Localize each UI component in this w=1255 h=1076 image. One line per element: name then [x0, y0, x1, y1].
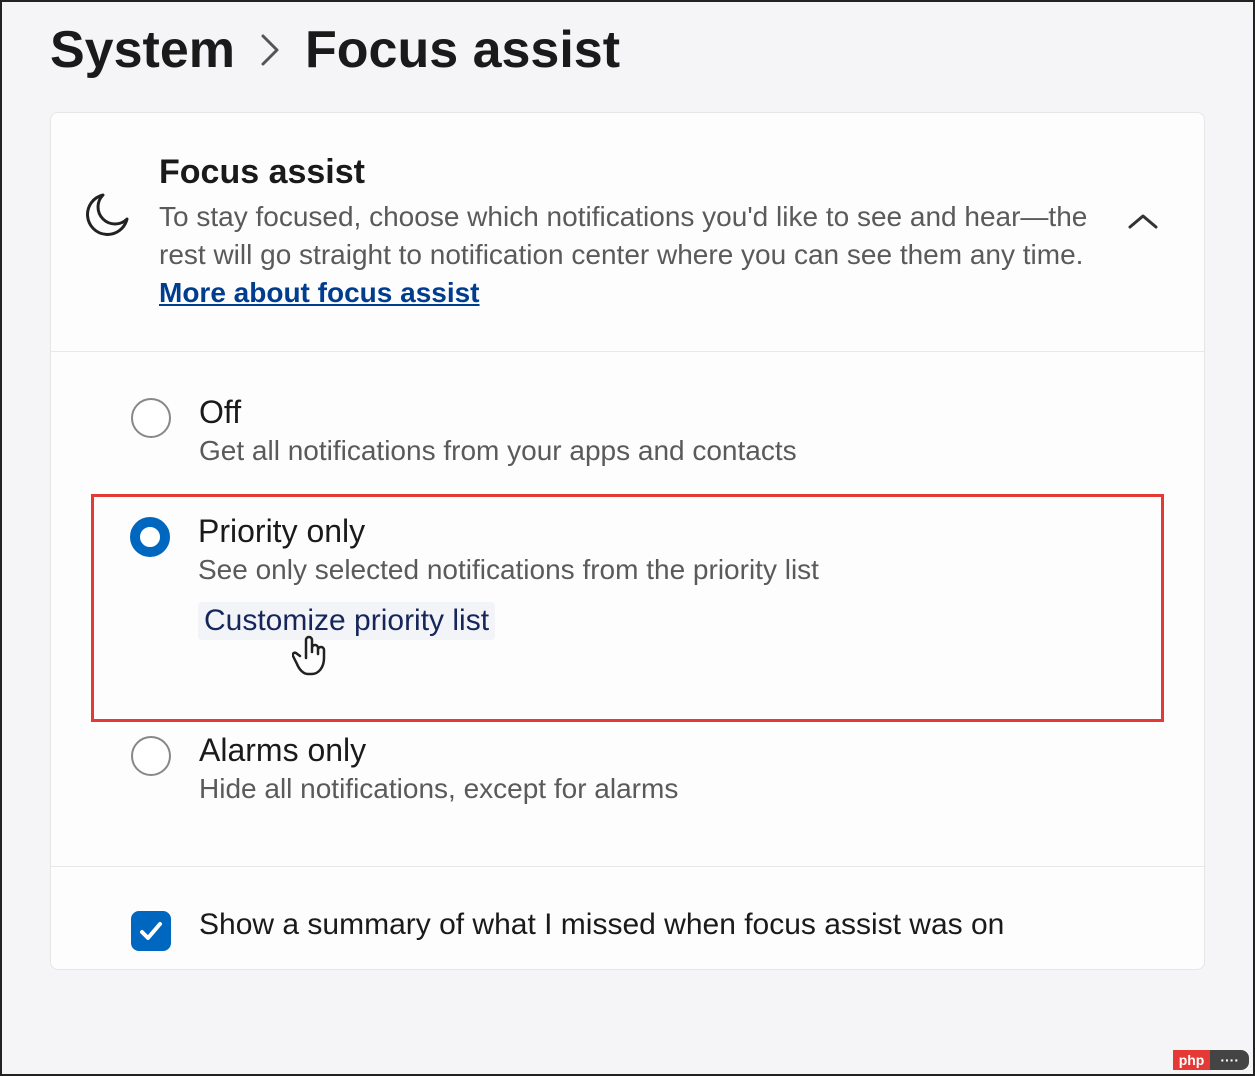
focus-assist-panel: Focus assist To stay focused, choose whi… [50, 112, 1205, 970]
watermark-a: php [1173, 1050, 1211, 1070]
cursor-hand-icon [292, 634, 1205, 685]
radio-icon[interactable] [131, 736, 171, 776]
radio-option-alarms[interactable]: Alarms only Hide all notifications, exce… [95, 722, 1160, 831]
chevron-right-icon [259, 25, 281, 76]
watermark: php ···· [1173, 1050, 1249, 1070]
section-desc: To stay focused, choose which notificati… [159, 198, 1098, 311]
radio-option-off[interactable]: Off Get all notifications from your apps… [95, 384, 1160, 493]
radio-label: Priority only [198, 513, 1129, 550]
radio-desc: Get all notifications from your apps and… [199, 433, 1128, 469]
focus-assist-options: Off Get all notifications from your apps… [51, 352, 1204, 866]
radio-icon[interactable] [131, 398, 171, 438]
radio-option-priority[interactable]: Priority only See only selected notifica… [91, 494, 1164, 722]
breadcrumb: System Focus assist [2, 2, 1253, 112]
summary-option[interactable]: Show a summary of what I missed when foc… [51, 867, 1204, 969]
radio-icon[interactable] [130, 517, 170, 557]
radio-desc: Hide all notifications, except for alarm… [199, 771, 1128, 807]
more-about-link[interactable]: More about focus assist [159, 277, 480, 308]
breadcrumb-current: Focus assist [305, 20, 620, 80]
breadcrumb-parent[interactable]: System [50, 20, 235, 80]
radio-label: Alarms only [199, 732, 1128, 769]
checkbox-checked-icon[interactable] [131, 911, 171, 951]
watermark-b: ···· [1210, 1050, 1249, 1070]
chevron-up-icon[interactable] [1126, 211, 1160, 238]
section-header[interactable]: Focus assist To stay focused, choose whi… [51, 113, 1204, 352]
radio-desc: See only selected notifications from the… [198, 552, 1129, 588]
radio-label: Off [199, 394, 1128, 431]
summary-label: Show a summary of what I missed when foc… [199, 905, 1004, 946]
section-title: Focus assist [159, 153, 1098, 192]
section-header-text: Focus assist To stay focused, choose whi… [159, 153, 1098, 311]
moon-icon [85, 191, 131, 242]
section-desc-text: To stay focused, choose which notificati… [159, 201, 1087, 270]
